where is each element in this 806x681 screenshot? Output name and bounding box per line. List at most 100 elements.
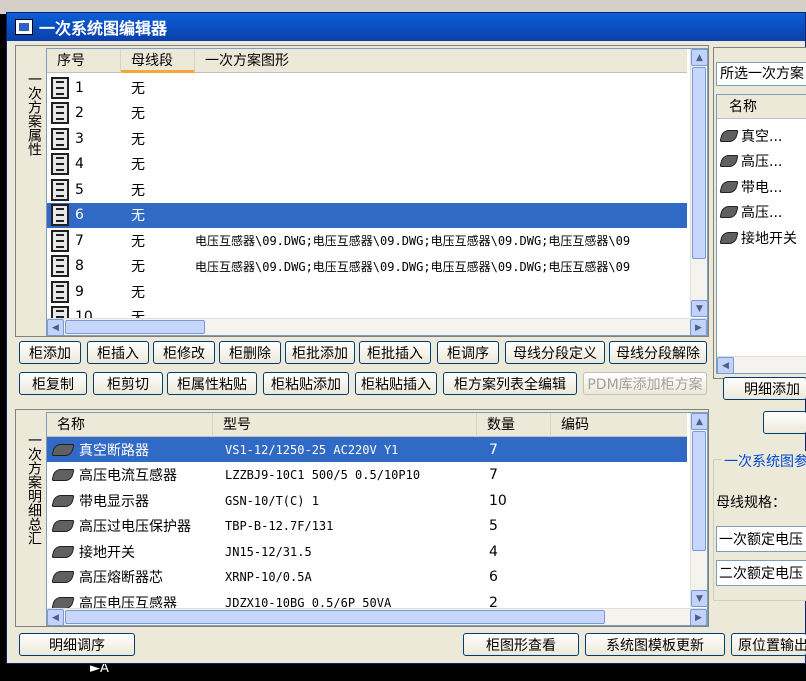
- row1-button-2[interactable]: 柜修改: [153, 341, 215, 364]
- scheme-row[interactable]: 7 无 电压互感器\09.DWG;电压互感器\09.DWG;电压互感器\09.DWG…: [47, 228, 687, 253]
- hscroll-thumb[interactable]: [65, 320, 205, 334]
- scroll-thumb[interactable]: [692, 67, 706, 259]
- cabinet-icon: [51, 102, 69, 124]
- selected-scheme-combo[interactable]: 所选一次方案: [716, 62, 806, 86]
- col-model[interactable]: 型号: [213, 413, 477, 437]
- cabinet-icon: [51, 229, 69, 252]
- right-list-item[interactable]: 高压...: [717, 200, 806, 225]
- right-list-item[interactable]: 接地开关: [717, 225, 806, 250]
- right-panel: 所选一次方案 名称 真空... 高压... 带电... 高压... 接地开关 ◀: [713, 47, 806, 379]
- cabinet-view-button[interactable]: 柜图形查看: [463, 633, 579, 656]
- row2-button-1[interactable]: 柜剪切: [93, 372, 163, 395]
- detail-vscroll[interactable]: ▲ ▼: [690, 413, 707, 607]
- scheme-row[interactable]: 8 无 电压互感器\09.DWG;电压互感器\09.DWG;电压互感器\09.DWG…: [47, 254, 687, 279]
- detail-qty: 5: [489, 518, 498, 534]
- row1-button-3[interactable]: 柜删除: [219, 341, 281, 364]
- right-item-label: 高压...: [741, 205, 783, 221]
- scroll-left-icon[interactable]: ◀: [47, 319, 64, 335]
- detail-name: 高压过电压保护器: [79, 519, 191, 535]
- detail-qty: 7: [489, 467, 498, 483]
- row2-button-4[interactable]: 柜粘贴插入: [355, 372, 437, 395]
- row2-button-6[interactable]: PDM库添加柜方案: [583, 372, 707, 395]
- scheme-row[interactable]: 1无: [47, 75, 687, 100]
- detail-row[interactable]: 接地开关 JN15-12/31.5 4: [47, 539, 687, 564]
- row1-button-5[interactable]: 柜批插入: [359, 341, 431, 364]
- col-qty[interactable]: 数量: [477, 413, 551, 437]
- cabinet-icon: [51, 127, 69, 150]
- row1-button-0[interactable]: 柜添加: [19, 341, 81, 364]
- row2-button-5[interactable]: 柜方案列表全编辑: [443, 372, 577, 395]
- scheme-row[interactable]: 6无: [47, 202, 687, 228]
- col-name[interactable]: 名称: [47, 413, 213, 437]
- component-icon: [719, 129, 739, 142]
- right-item-label: 接地开关: [741, 230, 797, 247]
- row-index: 8: [75, 258, 84, 274]
- scroll-down-icon[interactable]: ▼: [691, 300, 707, 317]
- detail-hscroll[interactable]: ◀ ▶: [47, 608, 707, 625]
- row2-button-3[interactable]: 柜粘贴添加: [263, 372, 349, 395]
- scheme-vscroll[interactable]: ▲ ▼: [690, 49, 707, 317]
- bus-spec-label: 母线规格：: [716, 495, 786, 511]
- detail-row[interactable]: 高压过电压保护器 TBP-B-12.7F/131 5: [47, 514, 687, 539]
- scroll-up-icon[interactable]: ▲: [691, 413, 707, 430]
- scheme-row[interactable]: 3无: [47, 126, 687, 151]
- scheme-row[interactable]: 2无: [47, 101, 687, 126]
- right-extra-button[interactable]: [763, 411, 806, 434]
- right-list: 名称 真空... 高压... 带电... 高压... 接地开关 ◀: [716, 94, 806, 374]
- row1-button-7[interactable]: 母线分段定义: [505, 341, 605, 364]
- scheme-hscroll[interactable]: ◀ ▶: [47, 318, 707, 335]
- row1-button-8[interactable]: 母线分段解除: [609, 341, 707, 364]
- row-bus: 无: [131, 157, 145, 173]
- row-index: 9: [75, 283, 84, 300]
- row1-button-6[interactable]: 柜调序: [437, 341, 499, 364]
- scroll-right-icon[interactable]: ▶: [690, 319, 707, 335]
- detail-qty: 10: [489, 492, 507, 509]
- detail-row[interactable]: 高压电流互感器 LZZBJ9-10C1 500/5 0.5/10P10 7: [47, 463, 687, 488]
- scheme-attributes-label: 一次方案属性: [26, 72, 42, 156]
- col-scheme[interactable]: 一次方案图形: [195, 49, 685, 73]
- scroll-thumb[interactable]: [692, 431, 706, 551]
- template-update-button[interactable]: 系统图模板更新: [585, 633, 725, 656]
- hscroll-thumb[interactable]: [65, 610, 605, 624]
- col-code[interactable]: 编码: [551, 413, 687, 437]
- detail-name: 接地开关: [79, 544, 135, 561]
- component-icon: [51, 545, 75, 558]
- right-list-item[interactable]: 高压...: [717, 149, 806, 174]
- detail-model: JN15-12/31.5: [225, 544, 312, 559]
- scheme-row[interactable]: 4无: [47, 152, 687, 177]
- right-list-item[interactable]: 真空...: [717, 123, 806, 148]
- original-output-button[interactable]: 原位置输出: [731, 633, 806, 656]
- detail-order-button[interactable]: 明细调序: [19, 633, 135, 656]
- detail-row[interactable]: 真空断路器 VS1-12/1250-25 AC220V Y1 7: [47, 437, 687, 462]
- detail-row[interactable]: 带电显示器 GSN-10/T(C) 1 10: [47, 488, 687, 513]
- scheme-row[interactable]: 9无: [47, 279, 687, 304]
- detail-row[interactable]: 高压熔断器芯 XRNP-10/0.5A 6: [47, 565, 687, 590]
- detail-add-button[interactable]: 明细添加: [723, 377, 806, 400]
- scheme-grid-header: 序号 母线段 一次方案图形: [47, 49, 687, 73]
- scroll-left-icon[interactable]: ◀: [47, 609, 64, 625]
- row2-button-2[interactable]: 柜属性粘贴: [167, 372, 257, 395]
- title-bar: 一次系统图编辑器: [7, 13, 805, 41]
- scroll-left-icon[interactable]: ◀: [717, 357, 734, 373]
- scroll-down-icon[interactable]: ▼: [691, 590, 707, 607]
- row1-button-4[interactable]: 柜批添加: [285, 341, 355, 364]
- row2-button-0[interactable]: 柜复制: [19, 372, 87, 395]
- cabinet-icon: [51, 153, 69, 175]
- detail-name: 高压熔断器芯: [79, 570, 163, 586]
- col-bus[interactable]: 母线段: [121, 49, 195, 73]
- row-index: 7: [75, 232, 84, 249]
- right-list-item[interactable]: 带电...: [717, 174, 806, 199]
- right-item-label: 高压...: [741, 154, 783, 170]
- right-hscroll[interactable]: ◀: [717, 356, 806, 373]
- row1-button-1[interactable]: 柜插入: [87, 341, 149, 364]
- col-index[interactable]: 序号: [47, 49, 121, 73]
- cabinet-icon: [51, 255, 69, 277]
- scroll-right-icon[interactable]: ▶: [690, 609, 707, 625]
- cabinet-icon: [51, 204, 69, 226]
- detail-grid-header: 名称 型号 数量 编码: [47, 413, 687, 437]
- row-bus: 无: [131, 233, 145, 250]
- scroll-up-icon[interactable]: ▲: [691, 49, 707, 66]
- cabinet-icon: [51, 178, 69, 201]
- scheme-row[interactable]: 5无: [47, 177, 687, 202]
- right-col-name[interactable]: 名称: [729, 99, 757, 115]
